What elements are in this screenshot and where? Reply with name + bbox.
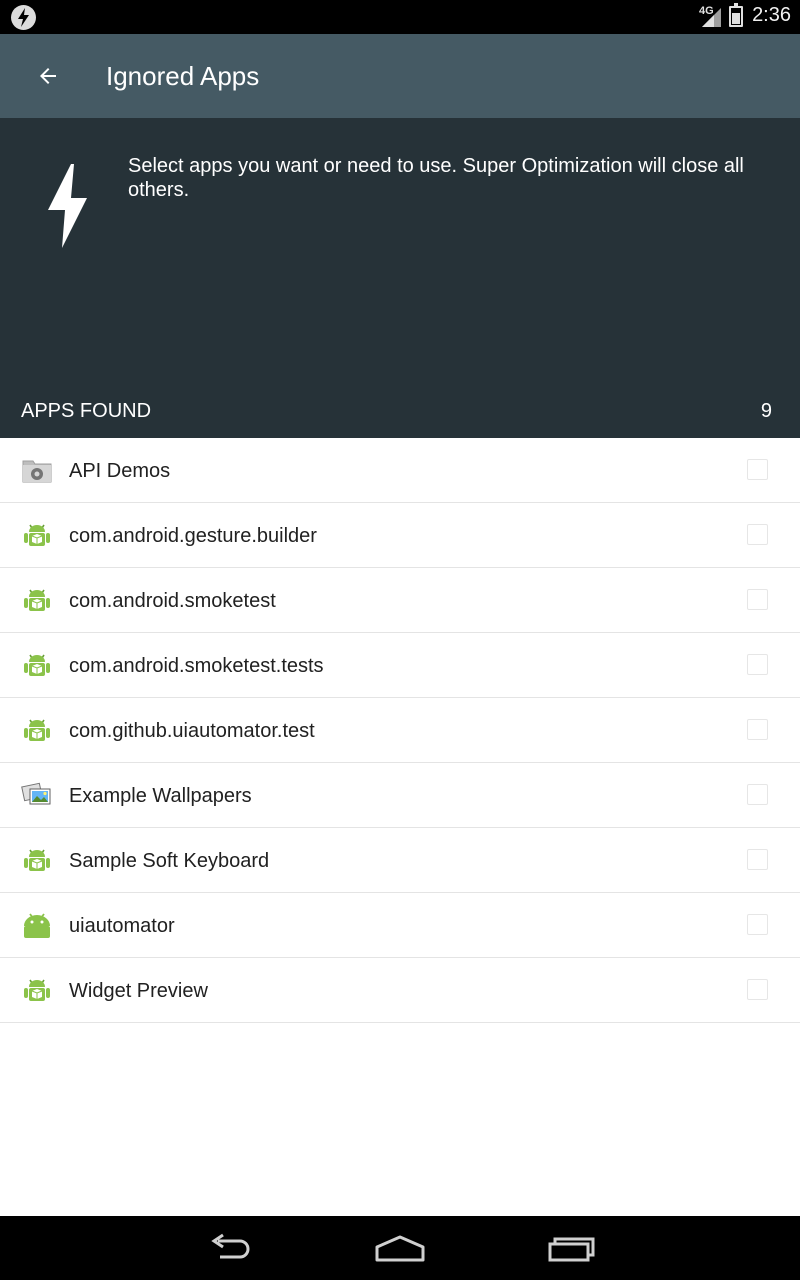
app-name: API Demos (69, 460, 171, 482)
arrow-back-icon (40, 68, 56, 84)
app-name: Example Wallpapers (69, 785, 252, 807)
page-title: Ignored Apps (106, 61, 260, 91)
app-name: Widget Preview (69, 980, 208, 1002)
info-header: Select apps you want or need to use. Sup… (0, 118, 800, 438)
nav-recents-button[interactable] (521, 1216, 621, 1280)
app-name: uiautomator (69, 915, 175, 937)
home-icon (375, 1235, 425, 1262)
list-item[interactable]: com.android.gesture.builder (0, 503, 800, 568)
app-checkbox[interactable] (747, 589, 768, 610)
list-item[interactable]: API Demos (0, 438, 800, 503)
android-package-icon (24, 589, 50, 611)
android-package-icon (24, 719, 50, 741)
app-checkbox[interactable] (747, 784, 768, 805)
android-package-icon (24, 524, 50, 546)
app-name: Sample Soft Keyboard (69, 850, 270, 872)
list-item[interactable]: uiautomator (0, 893, 800, 958)
app-checkbox[interactable] (747, 849, 768, 870)
app-checkbox[interactable] (747, 524, 768, 545)
app-checkbox[interactable] (747, 719, 768, 740)
app-name: com.android.smoketest (69, 590, 276, 612)
app-name: com.android.smoketest.tests (69, 655, 324, 677)
wallpapers-icon (21, 782, 51, 805)
app-checkbox[interactable] (747, 979, 768, 1000)
app-checkbox[interactable] (747, 914, 768, 935)
apps-found-count: 9 (760, 400, 772, 422)
list-item[interactable]: Example Wallpapers (0, 763, 800, 828)
navigation-bar (0, 1216, 800, 1280)
list-item[interactable]: com.android.smoketest (0, 568, 800, 633)
app-checkbox[interactable] (747, 654, 768, 675)
nav-home-button[interactable] (350, 1216, 450, 1280)
list-item[interactable]: Sample Soft Keyboard (0, 828, 800, 893)
battery-icon (729, 3, 743, 27)
toolbar: Ignored Apps (0, 34, 800, 118)
back-arrow-icon (211, 1233, 250, 1259)
android-package-icon (24, 849, 50, 871)
back-button[interactable] (24, 52, 72, 100)
lightning-bolt-icon (48, 164, 87, 248)
description-text: Select apps you want or need to use. Sup… (128, 155, 744, 201)
app-name: com.android.gesture.builder (69, 525, 317, 547)
list-item[interactable]: com.android.smoketest.tests (0, 633, 800, 698)
android-package-icon (24, 979, 50, 1001)
list-item[interactable]: com.github.uiautomator.test (0, 698, 800, 763)
app-name: com.github.uiautomator.test (69, 720, 315, 742)
list-item[interactable]: Widget Preview (0, 958, 800, 1023)
app-checkbox[interactable] (747, 459, 768, 480)
nav-back-button[interactable] (180, 1216, 280, 1280)
apps-found-label: APPS FOUND (21, 400, 152, 422)
bolt-notification-icon (11, 5, 36, 30)
app-list: API Demos com.android.gesture.builder co… (0, 438, 800, 1023)
status-bar: 4G 2:36 (0, 0, 800, 34)
recent-apps-icon (548, 1237, 595, 1262)
clock-time: 2:36 (752, 4, 791, 26)
signal-icon (702, 8, 721, 27)
settings-folder-icon (22, 460, 52, 483)
android-head-icon (24, 913, 50, 938)
android-package-icon (24, 654, 50, 676)
